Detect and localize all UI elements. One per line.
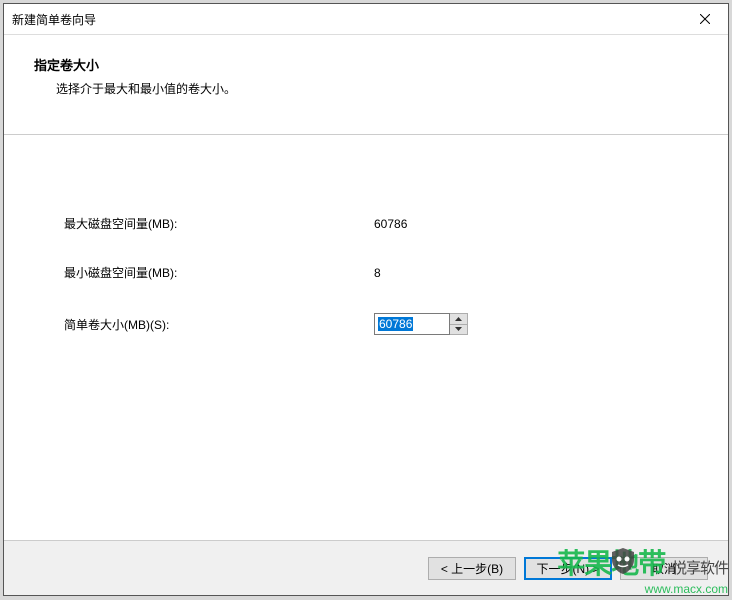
max-space-value: 60786 — [374, 217, 407, 231]
volume-size-row: 简单卷大小(MB)(S): 60786 — [64, 313, 668, 335]
min-space-row: 最小磁盘空间量(MB): 8 — [64, 264, 668, 281]
wizard-dialog: 新建简单卷向导 指定卷大小 选择介于最大和最小值的卷大小。 最大磁盘空间量(MB… — [3, 3, 729, 596]
page-subtitle: 选择介于最大和最小值的卷大小。 — [56, 80, 698, 97]
volume-size-spinner: 60786 — [374, 313, 468, 335]
window-title: 新建简单卷向导 — [12, 11, 96, 28]
close-button[interactable] — [682, 4, 728, 34]
volume-size-input[interactable]: 60786 — [374, 313, 450, 335]
spinner-buttons — [450, 313, 468, 335]
cancel-button[interactable]: 取消 — [620, 557, 708, 580]
min-space-value: 8 — [374, 266, 381, 280]
back-button[interactable]: < 上一步(B) — [428, 557, 516, 580]
volume-size-label: 简单卷大小(MB)(S): — [64, 316, 374, 333]
volume-size-value: 60786 — [378, 317, 413, 331]
chevron-up-icon — [455, 317, 462, 321]
wizard-footer: < 上一步(B) 下一步(N) > 取消 — [4, 540, 728, 595]
page-title: 指定卷大小 — [34, 55, 698, 74]
max-space-row: 最大磁盘空间量(MB): 60786 — [64, 215, 668, 232]
close-icon — [700, 14, 710, 24]
spinner-up-button[interactable] — [450, 314, 467, 325]
min-space-label: 最小磁盘空间量(MB): — [64, 264, 374, 281]
titlebar: 新建简单卷向导 — [4, 4, 728, 35]
max-space-label: 最大磁盘空间量(MB): — [64, 215, 374, 232]
spinner-down-button[interactable] — [450, 325, 467, 335]
wizard-header: 指定卷大小 选择介于最大和最小值的卷大小。 — [4, 35, 728, 135]
next-button[interactable]: 下一步(N) > — [524, 557, 612, 580]
chevron-down-icon — [455, 327, 462, 331]
content-area: 最大磁盘空间量(MB): 60786 最小磁盘空间量(MB): 8 简单卷大小(… — [4, 135, 728, 540]
